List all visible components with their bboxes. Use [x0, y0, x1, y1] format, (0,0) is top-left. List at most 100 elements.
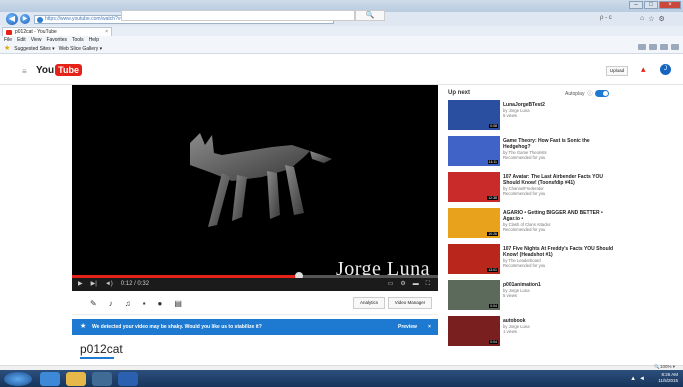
recommendation-meta: Recommended for you — [503, 155, 546, 160]
forward-button[interactable]: ▶ — [20, 14, 30, 24]
recommendation-title: Game Theory: How Fast is Sonic the Hedge… — [503, 138, 590, 150]
network-icon[interactable]: ▲ — [630, 376, 636, 382]
analytics-button[interactable]: Analytics — [353, 297, 385, 309]
audio-icon[interactable]: ♪ — [109, 299, 113, 308]
duration-badge: 10:26 — [487, 232, 498, 236]
cards-info-icon[interactable]: ● — [158, 299, 163, 308]
volume-tray-icon[interactable]: ◄ — [639, 376, 645, 382]
window-controls: – □ × — [629, 1, 681, 9]
command-icon[interactable] — [649, 44, 657, 50]
duration-badge: 12:38 — [487, 196, 498, 200]
recommendation-text[interactable]: Game Theory: How Fast is Sonic the Hedge… — [503, 138, 618, 160]
command-bar-icons — [638, 44, 679, 50]
recommendation-meta: Recommended for you — [503, 227, 546, 232]
duration-badge: 13:01 — [487, 268, 498, 272]
file-explorer-taskbar-icon[interactable] — [66, 372, 86, 386]
recommendation-meta: Recommended for you — [503, 191, 546, 196]
word-taskbar-icon[interactable] — [118, 372, 138, 386]
close-window-button[interactable]: × — [659, 1, 681, 9]
notifications-icon[interactable]: ▴ — [641, 64, 651, 74]
duration-badge: 0:04 — [489, 340, 498, 344]
recommendation-thumbnail[interactable]: 14:11 — [448, 136, 500, 166]
start-button[interactable] — [4, 372, 32, 386]
recommendation-text[interactable]: LunaJorgeBTest2 by Jorge Luna 5 views — [503, 102, 618, 118]
enhancements-wand-icon[interactable]: ✎ — [90, 299, 97, 308]
recommendation-meta: Recommended for you — [503, 263, 546, 268]
recommendation-text[interactable]: 107 Five Nights At Freddy's Facts YOU Sh… — [503, 246, 618, 268]
recommendation-thumbnail[interactable]: 0:08 — [448, 100, 500, 130]
recommendation-thumbnail[interactable]: 10:26 — [448, 208, 500, 238]
maximize-button[interactable]: □ — [644, 1, 658, 9]
recommendation-thumbnail[interactable]: 12:38 — [448, 172, 500, 202]
settings-gear-icon[interactable]: ⚙ — [659, 15, 665, 23]
settings-icon[interactable]: ⚙ — [400, 278, 405, 291]
autoplay-control: Autoplay ⓘ — [565, 90, 610, 97]
captions-icon[interactable]: ▭ — [388, 278, 394, 291]
search-icon: 🔍 — [365, 12, 375, 19]
music-note-icon[interactable]: ♫ — [125, 299, 131, 308]
video-manager-button[interactable]: Video Manager — [388, 297, 432, 309]
search-input[interactable] — [121, 10, 355, 21]
time-display: 0:12 / 0:32 — [120, 281, 150, 287]
recommendation-text[interactable]: AGARIO • Getting BIGGER AND BETTER • Aga… — [503, 210, 618, 232]
address-search-control[interactable]: ρ - c — [600, 15, 612, 21]
theater-mode-icon[interactable]: ▬ — [413, 278, 419, 291]
menu-bar: File Edit View Favorites Tools Help — [0, 36, 683, 44]
duration-badge: 0:04 — [489, 304, 498, 308]
favorites-star-icon[interactable]: ☆ — [648, 15, 654, 23]
logo-tube: Tube — [55, 64, 82, 76]
dismiss-banner-button[interactable]: × — [428, 319, 431, 335]
stabilize-message: We detected your video may be shaky. Wou… — [92, 324, 262, 330]
autoplay-label: Autoplay — [565, 90, 585, 97]
recommendation-thumbnail[interactable]: 0:04 — [448, 316, 500, 346]
toolbar-icons: ⌂ ☆ ⚙ — [640, 15, 676, 23]
title-underline — [80, 357, 114, 359]
fullscreen-icon[interactable]: ⛶ — [426, 278, 430, 291]
favorite-suggested-sites[interactable]: Suggested Sites ▾ — [14, 44, 54, 54]
command-icon[interactable] — [638, 44, 646, 50]
favorite-web-slice-gallery[interactable]: Web Slice Gallery ▾ — [59, 44, 103, 54]
tab-close-icon[interactable]: × — [105, 28, 108, 36]
play-icon[interactable]: ▶ — [78, 278, 83, 291]
browser-tab[interactable]: p012cat - YouTube × — [2, 27, 112, 36]
youtube-header: ≡ You Tube Upload ▴ J — [0, 55, 683, 85]
recommendation-thumbnail[interactable]: 13:01 — [448, 244, 500, 274]
account-avatar[interactable]: J — [660, 64, 671, 75]
favorites-bar: ★ Suggested Sites ▾ Web Slice Gallery ▾ — [0, 44, 683, 54]
volume-icon[interactable]: ◄) — [105, 278, 113, 291]
video-player[interactable]: Jorge Luna — [72, 85, 438, 291]
autoplay-toggle[interactable] — [595, 90, 610, 97]
player-controls: ▶ ▶| ◄) 0:12 / 0:32 ▭ ⚙ ▬ ⛶ — [72, 278, 438, 291]
minimize-button[interactable]: – — [629, 1, 643, 9]
recommendation-title: AGARIO • Getting BIGGER AND BETTER • Aga… — [503, 210, 603, 222]
recommendation-thumbnail[interactable]: 0:04 — [448, 280, 500, 310]
info-icon[interactable]: ⓘ — [587, 90, 592, 97]
annotations-icon[interactable]: ▪ — [143, 299, 146, 308]
youtube-logo[interactable]: You Tube — [36, 64, 82, 76]
internet-explorer-taskbar-icon[interactable] — [40, 372, 60, 386]
favorites-star-icon[interactable]: ★ — [4, 44, 10, 54]
system-clock[interactable]: 8:26 AM 11/5/2015 — [658, 372, 678, 384]
preview-button[interactable]: Preview — [398, 319, 417, 335]
upload-button[interactable]: Upload — [606, 66, 628, 76]
next-icon[interactable]: ▶| — [91, 278, 97, 291]
recommendation-meta: 5 views — [503, 113, 517, 118]
command-icon[interactable] — [660, 44, 668, 50]
recommendation-text[interactable]: autobook by Jorge Luna 1 views — [503, 318, 618, 334]
search-button[interactable]: 🔍 — [355, 10, 385, 21]
media-player-taskbar-icon[interactable] — [92, 372, 112, 386]
duration-badge: 0:08 — [489, 124, 498, 128]
logo-you: You — [36, 64, 55, 76]
recommendation-text[interactable]: 107 Avatar: The Last Airbender Facts YOU… — [503, 174, 618, 196]
recommendation-title: 107 Avatar: The Last Airbender Facts YOU… — [503, 174, 603, 186]
home-icon[interactable]: ⌂ — [640, 15, 644, 23]
star-icon: ★ — [80, 323, 87, 330]
back-button[interactable]: ◀ — [6, 13, 18, 25]
recommendation-text[interactable]: p001animation1 by Jorge Luna 5 views — [503, 282, 618, 298]
recommendation-meta: 1 views — [503, 329, 517, 334]
up-next-label: Up next — [448, 90, 471, 96]
subtitles-icon[interactable]: ▤ — [174, 299, 182, 308]
recommendation-meta: 5 views — [503, 293, 517, 298]
command-icon[interactable] — [671, 44, 679, 50]
menu-hamburger-icon[interactable]: ≡ — [22, 67, 27, 76]
